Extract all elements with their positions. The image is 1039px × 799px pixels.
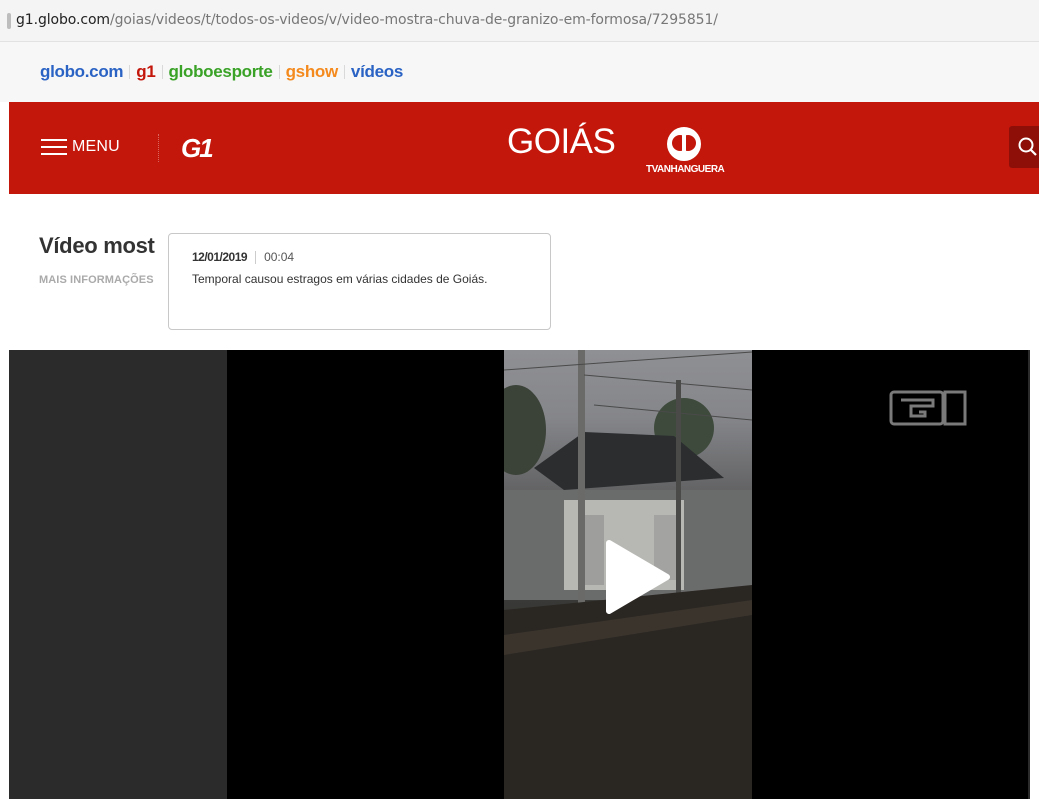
browser-address-bar[interactable]: g1.globo.com/goias/videos/t/todos-os-vid… [0,0,1039,42]
video-meta: 12/01/2019 00:04 [192,250,527,264]
globo-network-bar: globo.com g1 globoesporte gshow vídeos [0,42,1039,102]
video-title: Vídeo most [39,233,155,258]
network-link-0[interactable]: globo.com [40,62,124,82]
g1-watermark-icon [889,390,967,426]
network-separator [278,65,280,79]
video-player[interactable] [9,350,1030,799]
tv-anhanguera-logo[interactable]: TVANHANGUERA [646,118,756,178]
menu-label: MENU [72,138,120,155]
affiliate-name: TVANHANGUERA [646,164,725,175]
address-bar-edge [7,13,11,29]
region-title[interactable]: GOIÁS [507,122,616,162]
player-side-panel [9,350,227,799]
network-link-4[interactable]: vídeos [351,62,403,82]
video-description: Temporal causou estragos em várias cidad… [192,272,488,286]
tv-anhanguera-emblem-icon [667,127,701,161]
more-info-link[interactable]: MAIS INFORMAÇÕES [39,274,154,286]
meta-divider [255,250,257,264]
network-separator [343,65,345,79]
video-date: 12/01/2019 [192,250,248,264]
player-right-edge [1028,350,1030,799]
hamburger-icon [41,138,67,156]
network-separator [129,65,131,79]
url-text[interactable]: g1.globo.com/goias/videos/t/todos-os-vid… [16,12,718,28]
url-path: /goias/videos/t/todos-os-videos/v/video-… [109,12,718,28]
video-info-tooltip: 12/01/2019 00:04 Temporal causou estrago… [168,233,551,330]
header-divider [158,134,159,162]
site-header: MENU G1 GOIÁS TVANHANGUERA [9,102,1039,194]
search-button[interactable] [1009,126,1039,168]
network-links: globo.com g1 globoesporte gshow vídeos [40,62,403,82]
play-icon[interactable] [605,539,671,615]
menu-button[interactable]: MENU [41,138,120,156]
network-link-3[interactable]: gshow [286,62,339,82]
network-link-1[interactable]: g1 [136,62,156,82]
network-link-2[interactable]: globoesporte [169,62,273,82]
url-host: g1.globo.com [16,12,110,28]
g1-logo[interactable]: G1 [181,135,214,161]
search-icon [1018,137,1037,156]
video-duration: 00:04 [264,250,295,264]
network-separator [161,65,163,79]
